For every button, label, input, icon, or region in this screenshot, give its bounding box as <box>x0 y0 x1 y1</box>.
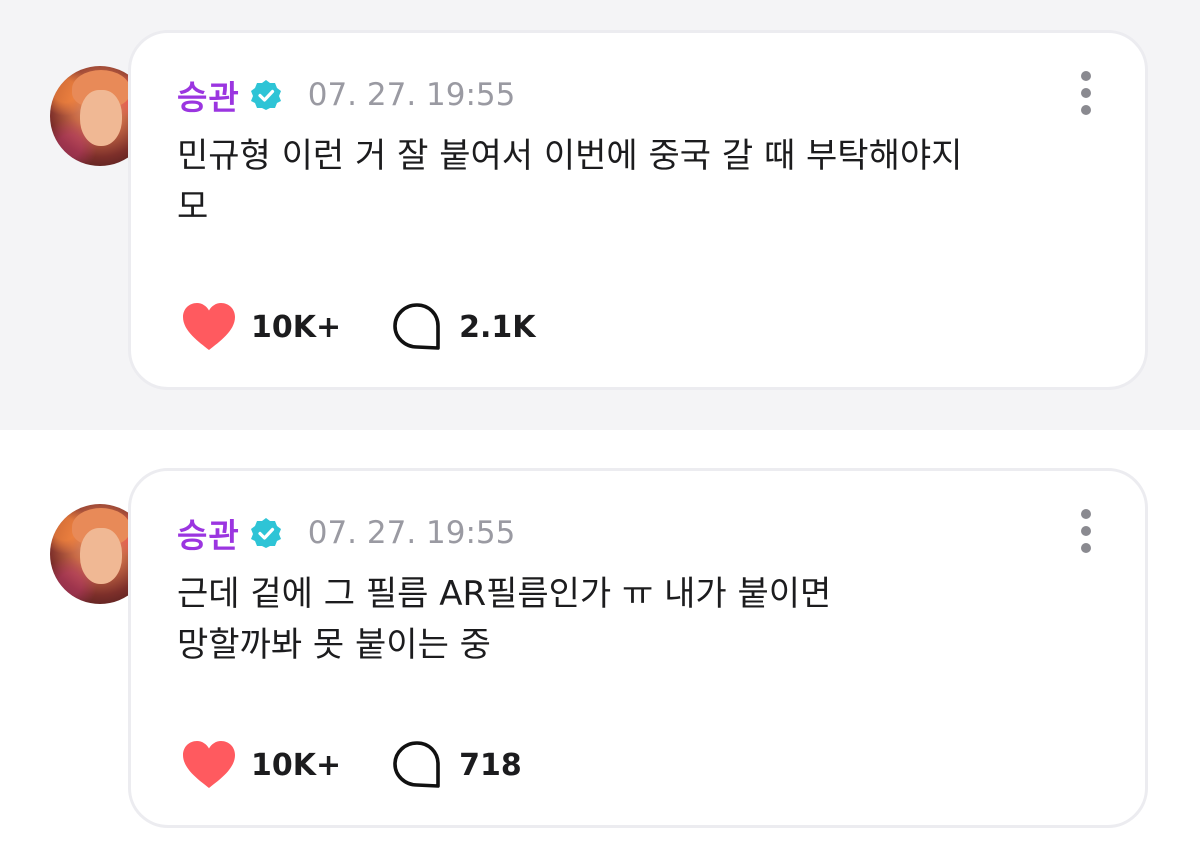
post-text: 민규형 이런 거 잘 붙여서 이번에 중국 갈 때 부탁해야지 모 <box>177 136 963 227</box>
post-timestamp: 07. 27. 19:55 <box>307 515 516 551</box>
post-card[interactable]: 승관 07. 27. 19:55 근데 겉에 그 필름 AR필름인가 ㅠ 내가 … <box>128 468 1148 828</box>
more-vertical-icon[interactable] <box>1079 71 1093 115</box>
author-name[interactable]: 승관 <box>177 71 240 119</box>
verified-badge-icon <box>250 518 281 548</box>
verified-badge-icon <box>250 80 281 110</box>
post-header: 승관 07. 27. 19:55 <box>177 507 515 559</box>
comment-bubble-icon[interactable] <box>391 301 443 353</box>
post-text: 근데 겉에 그 필름 AR필름인가 ㅠ 내가 붙이면 망할까봐 못 붙이는 중 <box>177 574 832 665</box>
comment-bubble-icon[interactable] <box>391 739 443 791</box>
post-header: 승관 07. 27. 19:55 <box>177 69 515 121</box>
heart-icon[interactable] <box>181 740 237 790</box>
post-stats: 10K+ 2.1K <box>181 299 536 355</box>
post-stats: 10K+ 718 <box>181 737 522 793</box>
comment-count: 718 <box>459 747 522 783</box>
author-name[interactable]: 승관 <box>177 509 240 557</box>
heart-icon[interactable] <box>181 302 237 352</box>
more-vertical-icon[interactable] <box>1079 509 1093 553</box>
post-card[interactable]: 승관 07. 27. 19:55 민규형 이런 거 잘 붙여서 이번에 중국 갈… <box>128 30 1148 390</box>
post-section-1: 승관 07. 27. 19:55 민규형 이런 거 잘 붙여서 이번에 중국 갈… <box>0 0 1200 430</box>
like-count: 10K+ <box>251 747 342 783</box>
post-timestamp: 07. 27. 19:55 <box>307 77 516 113</box>
like-count: 10K+ <box>251 309 342 345</box>
comment-count: 2.1K <box>459 309 536 345</box>
